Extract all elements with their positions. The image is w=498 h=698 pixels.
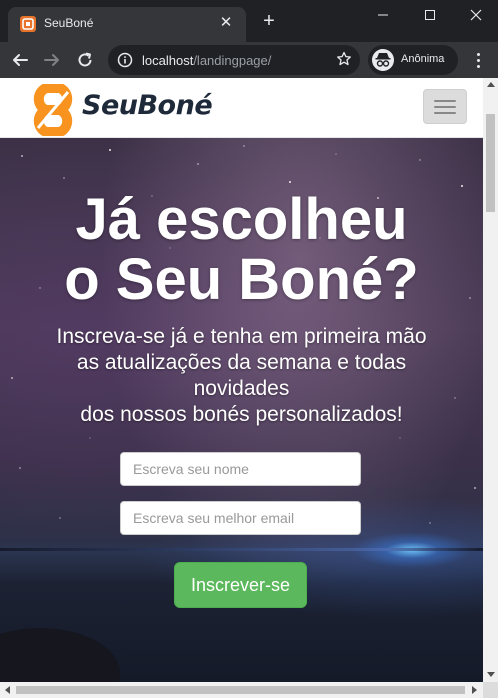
new-tab-icon[interactable]: + <box>258 10 280 32</box>
browser-menu-icon[interactable] <box>468 48 488 72</box>
site-navbar: SeuBoné <box>0 78 483 138</box>
browser-titlebar: SeuBoné ✕ + <box>0 0 498 42</box>
browser-toolbar: localhost/landingpage/ Anônima <box>0 42 498 78</box>
hero-subtitle-line: as atualizações da semana e todas <box>76 351 407 374</box>
reload-icon[interactable] <box>73 48 97 72</box>
bookmark-star-icon[interactable] <box>336 51 352 72</box>
url-host: localhost <box>142 53 194 68</box>
profile-label: Anônima <box>401 53 445 65</box>
address-bar[interactable]: localhost/landingpage/ <box>108 45 360 75</box>
hero-subtitle-line: dos nossos bonés personalizados! <box>80 403 403 426</box>
back-arrow-icon[interactable] <box>8 48 32 72</box>
hero-subtitle-line: Inscreva-se já e tenha em primeira mão <box>56 325 427 348</box>
hamburger-bar <box>434 105 456 108</box>
scroll-right-arrow-icon[interactable] <box>472 686 477 694</box>
hero-subtitle-line: novidades <box>193 377 290 400</box>
browser-tab[interactable]: SeuBoné ✕ <box>8 7 246 42</box>
brand-logo-icon[interactable] <box>30 83 76 141</box>
tab-title: SeuBoné <box>44 16 94 30</box>
email-input[interactable] <box>120 501 361 535</box>
hero-subtitle: Inscreva-se já e tenha em primeira mão a… <box>20 324 463 428</box>
incognito-icon <box>372 49 394 71</box>
site-info-icon[interactable] <box>117 52 133 73</box>
address-url: localhost/landingpage/ <box>142 53 271 68</box>
hero-section: Já escolheu o Seu Boné? Inscreva-se já e… <box>0 138 483 682</box>
hamburger-bar <box>434 111 456 114</box>
hero-title-line: Já escolheu <box>75 187 408 252</box>
vertical-scroll-thumb[interactable] <box>486 114 495 212</box>
subscribe-button[interactable]: Inscrever-se <box>174 562 307 608</box>
hero-title: Já escolheu o Seu Boné? <box>0 190 483 310</box>
scroll-down-arrow-icon[interactable] <box>487 672 495 677</box>
horizontal-scrollbar[interactable] <box>0 682 483 698</box>
horizon-line <box>0 548 483 551</box>
scroll-up-arrow-icon[interactable] <box>487 82 495 87</box>
window-maximize-icon[interactable] <box>407 0 453 30</box>
scrollbar-corner <box>483 682 498 698</box>
url-path: /landingpage/ <box>193 53 272 68</box>
incognito-profile-button[interactable]: Anônima <box>368 45 458 75</box>
window-minimize-icon[interactable] <box>360 0 406 30</box>
navbar-toggle-button[interactable] <box>423 89 467 124</box>
hamburger-bar <box>434 99 456 102</box>
name-input[interactable] <box>120 452 361 486</box>
vertical-scrollbar[interactable] <box>483 78 498 682</box>
site-favicon-icon <box>20 16 36 32</box>
forward-arrow-icon[interactable] <box>40 48 64 72</box>
window-close-icon[interactable] <box>453 0 498 30</box>
hero-title-line: o Seu Boné? <box>64 247 419 312</box>
horizontal-scroll-thumb[interactable] <box>16 686 465 694</box>
page-viewport: SeuBoné Já escolheu o Seu Boné? Inscreva… <box>0 78 483 682</box>
brand-name[interactable]: SeuBoné <box>82 90 213 121</box>
tab-close-icon[interactable]: ✕ <box>216 13 236 33</box>
scroll-left-arrow-icon[interactable] <box>5 686 10 694</box>
